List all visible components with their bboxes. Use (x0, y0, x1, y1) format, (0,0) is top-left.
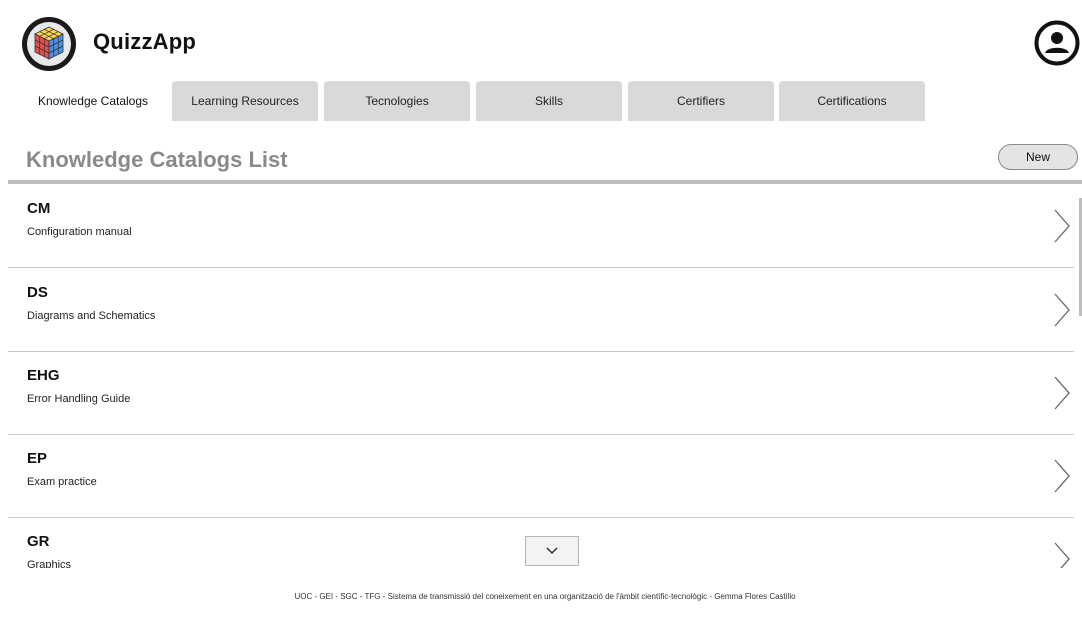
tab-tecnologies[interactable]: Tecnologies (324, 81, 470, 121)
item-code: DS (27, 284, 48, 301)
tab-certifications[interactable]: Certifications (779, 81, 925, 121)
user-account-icon[interactable] (1034, 20, 1080, 66)
item-code: EHG (27, 367, 60, 384)
app-frame: QuizzApp Knowledge Catalogs Learning Res… (8, 0, 1082, 620)
chevron-right-icon (1054, 542, 1070, 568)
rubiks-cube-icon (22, 17, 76, 71)
chevron-right-icon (1054, 459, 1070, 493)
tab-learning-resources[interactable]: Learning Resources (172, 81, 318, 121)
new-button[interactable]: New (998, 144, 1078, 170)
item-code: CM (27, 200, 51, 217)
item-code: GR (27, 533, 50, 550)
catalog-list: CM Configuration manual DS Diagrams and … (8, 184, 1074, 568)
page-title: Knowledge Catalogs List (26, 147, 288, 172)
item-description: Configuration manual (27, 226, 132, 238)
chevron-down-icon (546, 547, 558, 555)
tab-knowledge-catalogs[interactable]: Knowledge Catalogs (22, 81, 164, 121)
item-description: Error Handling Guide (27, 393, 131, 405)
footer-text: UOC - GEI - SGC - TFG - Sistema de trans… (294, 592, 796, 601)
app-title: QuizzApp (93, 29, 197, 54)
chevron-right-icon (1054, 209, 1070, 243)
scroll-down-button[interactable] (525, 536, 579, 566)
tab-skills[interactable]: Skills (476, 81, 622, 121)
item-description: Diagrams and Schematics (27, 310, 156, 322)
list-item[interactable]: CM Configuration manual (8, 184, 1074, 268)
chevron-right-icon (1054, 293, 1070, 327)
app-header: QuizzApp (8, 0, 1082, 80)
tab-certifiers[interactable]: Certifiers (628, 81, 774, 121)
list-item[interactable]: DS Diagrams and Schematics (8, 268, 1074, 352)
catalog-tabs: Knowledge Catalogs Learning Resources Te… (22, 81, 1082, 121)
item-description: Exam practice (27, 476, 97, 488)
chevron-right-icon (1054, 376, 1070, 410)
item-description: Graphics (27, 559, 72, 568)
list-item[interactable]: EP Exam practice (8, 434, 1074, 518)
list-item[interactable]: EHG Error Handling Guide (8, 351, 1074, 435)
item-code: EP (27, 450, 48, 467)
